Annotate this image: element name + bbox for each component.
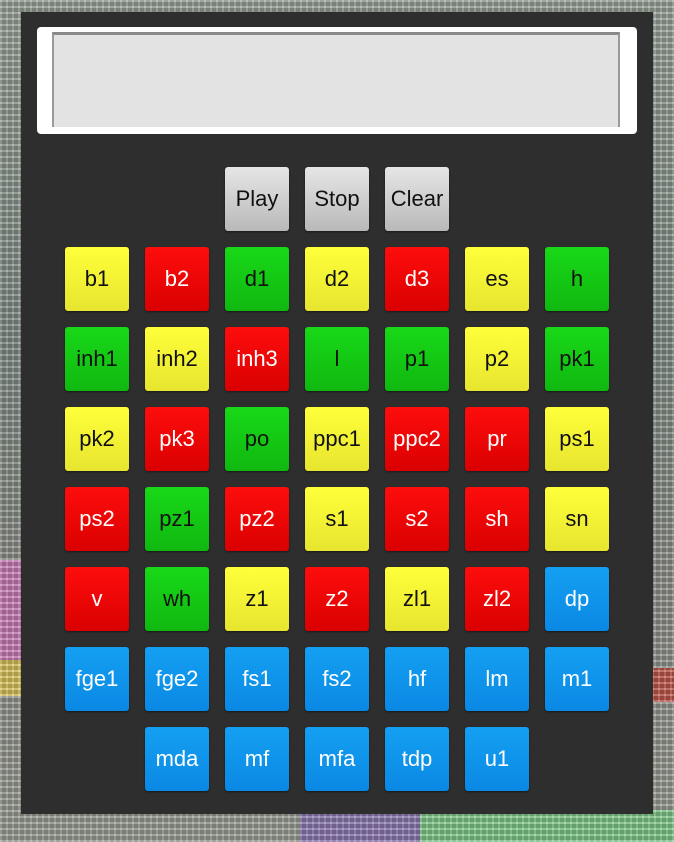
clear-button[interactable]: Clear [385,167,449,231]
stop-button[interactable]: Stop [305,167,369,231]
sound-pad-z2[interactable]: z2 [305,567,369,631]
sound-pad-d2[interactable]: d2 [305,247,369,311]
background-mosaic [300,812,430,842]
sound-pad-v[interactable]: v [65,567,129,631]
sound-pad-pz2[interactable]: pz2 [225,487,289,551]
sound-pad-mf[interactable]: mf [225,727,289,791]
sound-pad-b1[interactable]: b1 [65,247,129,311]
sound-pad-u1[interactable]: u1 [465,727,529,791]
sound-pad-pk1[interactable]: pk1 [545,327,609,391]
background-mosaic [0,560,22,670]
sound-pad-pr[interactable]: pr [465,407,529,471]
sound-pad-es[interactable]: es [465,247,529,311]
sound-pad-ps1[interactable]: ps1 [545,407,609,471]
sound-pad-lm[interactable]: lm [465,647,529,711]
sound-pad-p2[interactable]: p2 [465,327,529,391]
sound-pad-ppc1[interactable]: ppc1 [305,407,369,471]
sound-pad-dp[interactable]: dp [545,567,609,631]
background-mosaic [0,660,22,696]
sound-pad-zl2[interactable]: zl2 [465,567,529,631]
display-screen [52,32,620,127]
sound-pad-hf[interactable]: hf [385,647,449,711]
sound-pad-fge2[interactable]: fge2 [145,647,209,711]
sound-pad-b2[interactable]: b2 [145,247,209,311]
sound-pad-z1[interactable]: z1 [225,567,289,631]
background-mosaic [420,810,674,842]
sound-pad-s2[interactable]: s2 [385,487,449,551]
sound-pad-tdp[interactable]: tdp [385,727,449,791]
sound-pad-sh[interactable]: sh [465,487,529,551]
sound-pad-inh3[interactable]: inh3 [225,327,289,391]
display-frame [37,27,637,134]
sound-pad-pz1[interactable]: pz1 [145,487,209,551]
sound-pad-d3[interactable]: d3 [385,247,449,311]
sound-pad-d1[interactable]: d1 [225,247,289,311]
play-button[interactable]: Play [225,167,289,231]
sound-pad-mda[interactable]: mda [145,727,209,791]
sound-pad-l[interactable]: l [305,327,369,391]
sound-pad-fs2[interactable]: fs2 [305,647,369,711]
soundboard-panel: Play Stop Clear b1 b2 d1 d2 d3 es h inh1 inh2 inh… [21,12,653,814]
sound-pad-ppc2[interactable]: ppc2 [385,407,449,471]
sound-pad-p1[interactable]: p1 [385,327,449,391]
sound-pad-sn[interactable]: sn [545,487,609,551]
sound-pad-m1[interactable]: m1 [545,647,609,711]
sound-pad-pk2[interactable]: pk2 [65,407,129,471]
sound-pad-pk3[interactable]: pk3 [145,407,209,471]
sound-pad-ps2[interactable]: ps2 [65,487,129,551]
background-mosaic [652,668,674,702]
sound-pad-h[interactable]: h [545,247,609,311]
sound-pad-inh1[interactable]: inh1 [65,327,129,391]
sound-pad-fge1[interactable]: fge1 [65,647,129,711]
sound-pad-fs1[interactable]: fs1 [225,647,289,711]
sound-pad-zl1[interactable]: zl1 [385,567,449,631]
sound-pad-mfa[interactable]: mfa [305,727,369,791]
sound-pad-inh2[interactable]: inh2 [145,327,209,391]
sound-pad-s1[interactable]: s1 [305,487,369,551]
sound-pad-wh[interactable]: wh [145,567,209,631]
sound-pad-po[interactable]: po [225,407,289,471]
